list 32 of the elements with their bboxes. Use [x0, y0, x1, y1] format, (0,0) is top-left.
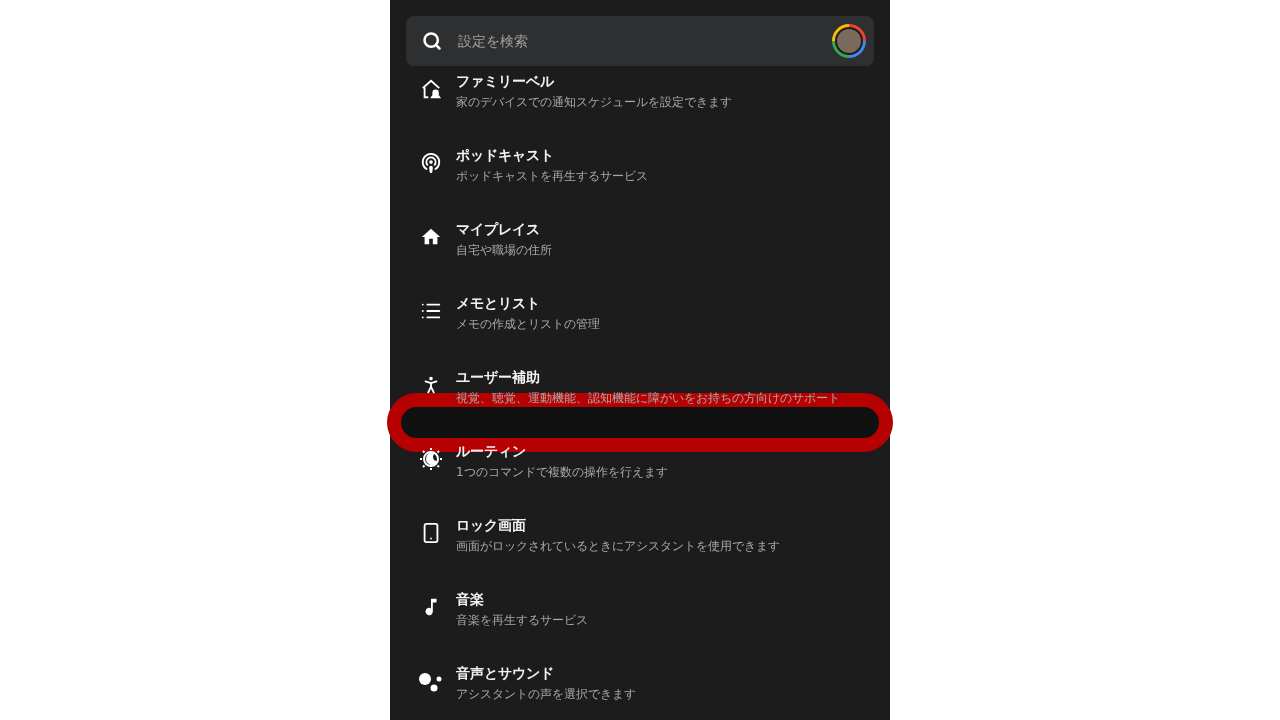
sun-moon-icon: [419, 447, 443, 471]
settings-item[interactable]: ポッドキャスト ポッドキャストを再生するサービス: [406, 140, 874, 214]
item-title: メモとリスト: [456, 294, 541, 312]
search-icon: [422, 31, 442, 51]
item-title: ファミリーベル: [456, 72, 555, 90]
item-title: ポッドキャスト: [456, 146, 555, 164]
item-subtitle: 家のデバイスでの通知スケジュールを設定できます: [456, 94, 732, 110]
item-subtitle: 自宅や職場の住所: [456, 242, 552, 258]
item-subtitle: 1つのコマンドで複数の操作を行えます: [456, 464, 668, 480]
item-title: 音楽: [456, 590, 485, 608]
avatar[interactable]: [832, 24, 866, 58]
item-subtitle: メモの作成とリストの管理: [456, 316, 600, 332]
item-subtitle: 画面がロックされているときにアシスタントを使用できます: [456, 538, 780, 554]
settings-item[interactable]: 音楽 音楽を再生するサービス: [406, 584, 874, 658]
item-title: ユーザー補助: [456, 368, 541, 386]
settings-item[interactable]: 音声とサウンド アシスタントの声を選択できます: [406, 658, 874, 720]
settings-item[interactable]: ユーザー補助 視覚、聴覚、運動機能、認知機能に障がいをお持ちの方向けのサポート: [406, 362, 874, 436]
search-input[interactable]: 設定を検索: [456, 32, 818, 50]
house-bell-icon: [420, 78, 442, 100]
settings-item[interactable]: メモとリスト メモの作成とリストの管理: [406, 288, 874, 362]
settings-item[interactable]: ファミリーベル 家のデバイスでの通知スケジュールを設定できます: [406, 66, 874, 140]
item-title: 音声とサウンド: [456, 664, 555, 682]
search-field[interactable]: 設定を検索: [406, 16, 874, 66]
item-subtitle: ポッドキャストを再生するサービス: [456, 168, 648, 184]
item-subtitle: 音楽を再生するサービス: [456, 612, 588, 628]
settings-item[interactable]: ロック画面 画面がロックされているときにアシスタントを使用できます: [406, 510, 874, 584]
settings-item[interactable]: マイプレイス 自宅や職場の住所: [406, 214, 874, 288]
podcast-icon: [420, 152, 442, 174]
item-title: ロック画面: [456, 516, 527, 534]
item-subtitle: 視覚、聴覚、運動機能、認知機能に障がいをお持ちの方向けのサポート: [456, 390, 840, 406]
item-subtitle: アシスタントの声を選択できます: [456, 686, 636, 702]
item-title: マイプレイス: [456, 220, 541, 238]
